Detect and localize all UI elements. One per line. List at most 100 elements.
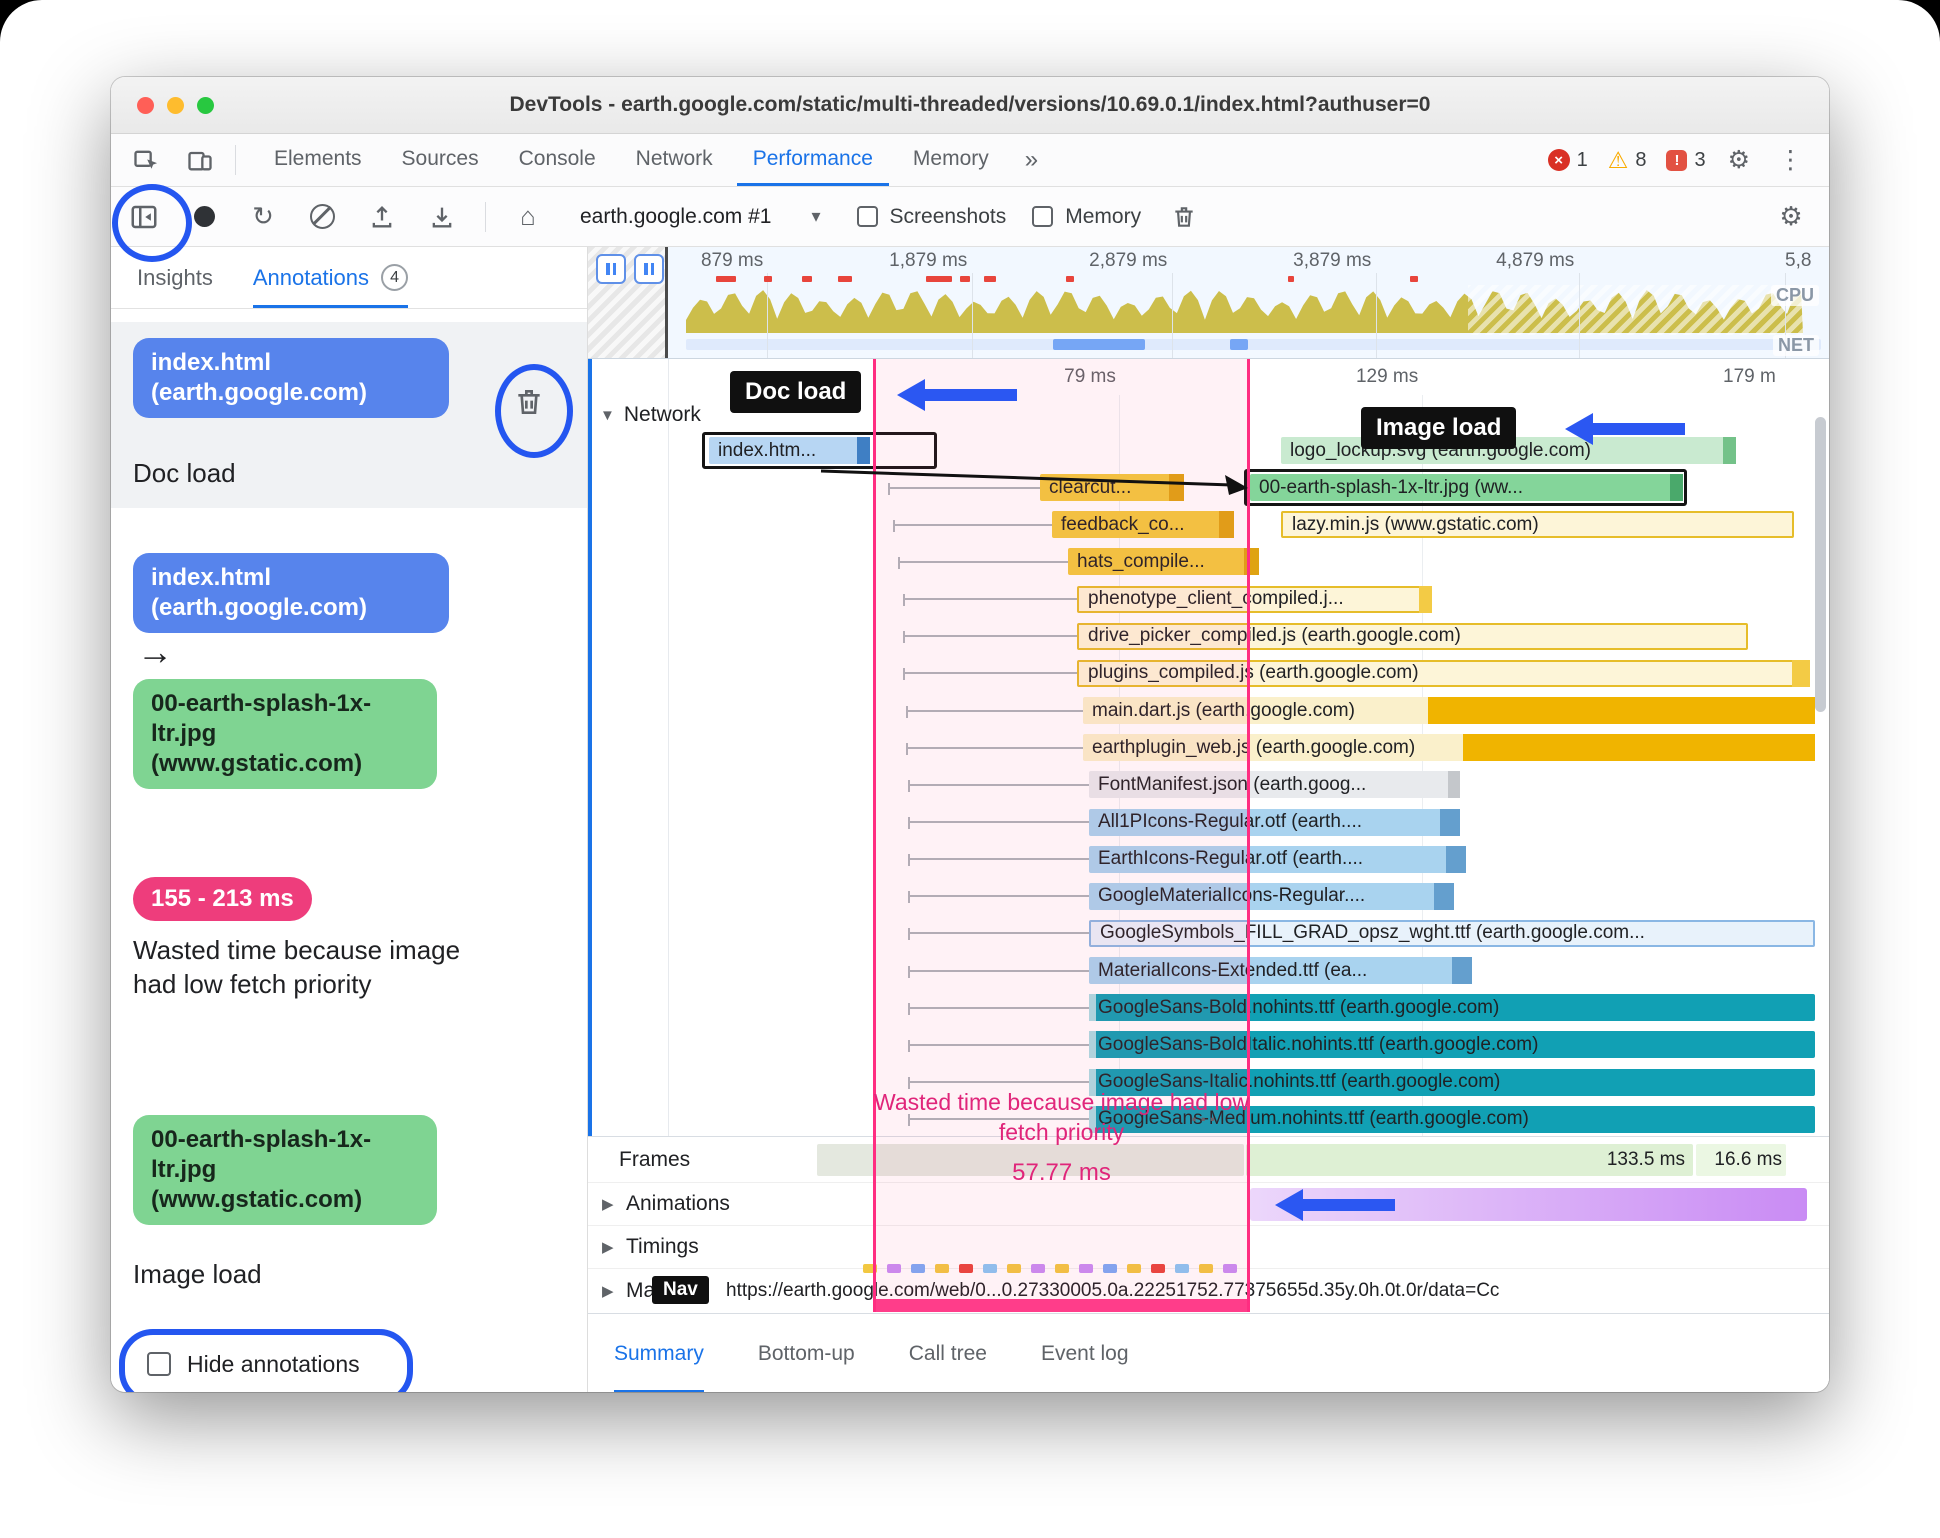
- timings-track[interactable]: ▶ Timings: [588, 1226, 1829, 1269]
- delete-annotation-button[interactable]: [513, 386, 545, 423]
- network-request-bar[interactable]: GoogleSans-Bold.nohints.ttf (earth.googl…: [1089, 994, 1815, 1022]
- hide-annotations-label: Hide annotations: [187, 1350, 360, 1377]
- bottom-tab-summary[interactable]: Summary: [614, 1314, 704, 1392]
- network-request-bar[interactable]: GoogleSans-BoldItalic.nohints.ttf (earth…: [1089, 1031, 1815, 1059]
- tab-network[interactable]: Network: [620, 134, 729, 186]
- more-requests-ellipsis[interactable]: ...: [1191, 1101, 1218, 1127]
- long-task-marker: [926, 276, 952, 282]
- network-request-label: GoogleSans-Bold.nohints.ttf (earth.googl…: [1098, 996, 1500, 1018]
- zoom-window-button[interactable]: [197, 96, 214, 114]
- network-request-bar[interactable]: earthplugin_web.js (earth.google.com): [1083, 734, 1815, 762]
- waterfall-scrollbar[interactable]: [1815, 417, 1826, 712]
- kebab-menu-icon[interactable]: ⋮: [1772, 145, 1809, 175]
- animations-track-label: Animations: [626, 1192, 730, 1215]
- toolbar-separator: [235, 145, 236, 175]
- tab-insights[interactable]: Insights: [137, 265, 213, 308]
- memory-checkbox[interactable]: [1032, 206, 1054, 227]
- frame-bar[interactable]: 16.6 ms: [1696, 1144, 1786, 1176]
- history-select[interactable]: earth.google.com #1 ▾: [570, 199, 831, 235]
- request-whisker: [908, 779, 1089, 792]
- memory-label: Memory: [1065, 204, 1142, 228]
- network-request-bar[interactable]: clearcut...: [1040, 474, 1184, 502]
- tab-elements[interactable]: Elements: [258, 134, 378, 186]
- main-thread-track[interactable]: ▶ Ma... Nav https://earth.google.com/web…: [588, 1264, 1829, 1313]
- network-request-bar[interactable]: drive_picker_compiled.js (earth.google.c…: [1077, 622, 1748, 650]
- annotations-count-badge: 4: [381, 264, 409, 291]
- network-activity-segment: [1230, 339, 1248, 350]
- tab-annotations[interactable]: Annotations 4: [252, 264, 409, 308]
- pause-marker-icon[interactable]: [634, 254, 664, 284]
- network-request-label: lazy.min.js (www.gstatic.com): [1292, 513, 1539, 535]
- screenshots-checkbox-row[interactable]: Screenshots: [856, 205, 1006, 229]
- close-window-button[interactable]: [137, 96, 154, 114]
- overview-brush-handle[interactable]: [665, 247, 668, 358]
- window-titlebar: DevTools - earth.google.com/static/multi…: [111, 77, 1829, 134]
- hide-annotations-checkbox[interactable]: [147, 1352, 171, 1376]
- annotation-card-time-range[interactable]: 155 - 213 ms Wasted time because image h…: [111, 869, 587, 1099]
- network-request-label: main.dart.js (earth.google.com): [1092, 699, 1355, 721]
- frame-bar[interactable]: [817, 1144, 1244, 1176]
- doc-load-arrow-icon: [897, 379, 1017, 411]
- network-request-bar[interactable]: GoogleSans-Italic.nohints.ttf (earth.goo…: [1089, 1068, 1815, 1096]
- memory-checkbox-row[interactable]: Memory: [1032, 205, 1141, 229]
- network-request-bar[interactable]: hats_compile...: [1068, 548, 1259, 576]
- capture-settings-gear-icon[interactable]: ⚙: [1775, 201, 1807, 232]
- network-request-bar[interactable]: FontManifest.json (earth.goog...: [1089, 771, 1460, 799]
- device-toolbar-icon[interactable]: [181, 141, 219, 179]
- animations-track[interactable]: ▶ Animations: [588, 1183, 1829, 1226]
- inspect-element-icon[interactable]: [127, 141, 165, 179]
- live-metrics-home-icon[interactable]: ⌂: [512, 201, 544, 232]
- main-flame-chip: [959, 1264, 973, 1273]
- overview-tick-label: 3,879 ms: [1293, 250, 1372, 271]
- network-request-bar[interactable]: phenotype_client_compiled.j...: [1077, 585, 1432, 613]
- error-badge[interactable]: × 1: [1547, 149, 1588, 172]
- network-request-bar[interactable]: GoogleSymbols_FILL_GRAD_opsz_wght.ttf (e…: [1089, 919, 1815, 947]
- collect-garbage-icon[interactable]: [1167, 200, 1201, 234]
- bottom-tab-event-log[interactable]: Event log: [1041, 1314, 1129, 1392]
- network-request-bar[interactable]: MaterialIcons-Extended.ttf (ea...: [1089, 957, 1472, 985]
- pause-marker-icon[interactable]: [596, 254, 626, 284]
- warning-count: 8: [1635, 148, 1647, 171]
- warning-badge[interactable]: ⚠ 8: [1608, 147, 1647, 174]
- bottom-tab-call-tree[interactable]: Call tree: [909, 1314, 987, 1392]
- request-whisker: [908, 1114, 1089, 1127]
- settings-gear-icon[interactable]: ⚙: [1722, 145, 1756, 175]
- network-request-bar[interactable]: main.dart.js (earth.google.com): [1083, 697, 1815, 725]
- chevron-collapsed-icon[interactable]: ▶: [602, 1238, 614, 1256]
- tab-sources[interactable]: Sources: [386, 134, 495, 186]
- tab-performance[interactable]: Performance: [736, 134, 889, 186]
- issue-badge[interactable]: ! 3: [1666, 149, 1706, 172]
- more-tabs-icon[interactable]: »: [1021, 146, 1042, 174]
- link-arrow-icon: →: [137, 631, 173, 672]
- annotation-card-link[interactable]: index.html (earth.google.com) → 00-earth…: [111, 547, 587, 809]
- tab-console[interactable]: Console: [503, 134, 612, 186]
- doc-load-annotation-label: Doc load: [730, 371, 862, 413]
- network-request-bar[interactable]: GoogleMaterialIcons-Regular....: [1089, 882, 1454, 910]
- hide-annotations-row[interactable]: Hide annotations: [111, 1335, 587, 1392]
- record-button[interactable]: [187, 200, 221, 234]
- tab-memory[interactable]: Memory: [897, 134, 1005, 186]
- clear-recording-icon[interactable]: [305, 200, 339, 234]
- network-request-bar[interactable]: plugins_compiled.js (earth.google.com): [1077, 659, 1810, 687]
- bottom-tab-bottom-up[interactable]: Bottom-up: [758, 1314, 855, 1392]
- frames-track[interactable]: Frames 133.5 ms 16.6 ms: [588, 1137, 1829, 1183]
- record-and-reload-icon[interactable]: ↻: [247, 201, 279, 232]
- chevron-collapsed-icon[interactable]: ▶: [602, 1195, 614, 1213]
- frame-bar[interactable]: 133.5 ms: [1246, 1144, 1693, 1176]
- network-request-bar[interactable]: EarthIcons-Regular.otf (earth....: [1089, 845, 1466, 873]
- chevron-collapsed-icon[interactable]: ▶: [602, 1282, 614, 1300]
- load-profile-icon[interactable]: [365, 200, 399, 234]
- screenshots-checkbox[interactable]: [856, 206, 878, 227]
- minimize-window-button[interactable]: [167, 96, 184, 114]
- main-thread-url: https://earth.google.com/web/0...0.27330…: [726, 1280, 1500, 1301]
- toggle-sidebar-icon[interactable]: [127, 200, 161, 234]
- network-waterfall[interactable]: 79 ms 129 ms 179 m ▼ Network index.htm... l…: [588, 359, 1829, 1136]
- network-request-bar[interactable]: All1PIcons-Regular.otf (earth....: [1089, 808, 1460, 836]
- save-profile-icon[interactable]: [425, 200, 459, 234]
- annotation-card-image-load[interactable]: 00-earth-splash-1x-ltr.jpg (www.gstatic.…: [111, 1105, 587, 1315]
- network-request-bar[interactable]: lazy.min.js (www.gstatic.com): [1281, 511, 1794, 539]
- window-title: DevTools - earth.google.com/static/multi…: [509, 93, 1431, 116]
- annotation-card-doc-load[interactable]: index.html (earth.google.com) Doc load: [111, 322, 587, 508]
- network-request-bar[interactable]: feedback_co...: [1052, 511, 1234, 539]
- timeline-overview[interactable]: 879 ms 1,879 ms 2,879 ms 3,879 ms 4,879 ms 5,…: [588, 247, 1829, 359]
